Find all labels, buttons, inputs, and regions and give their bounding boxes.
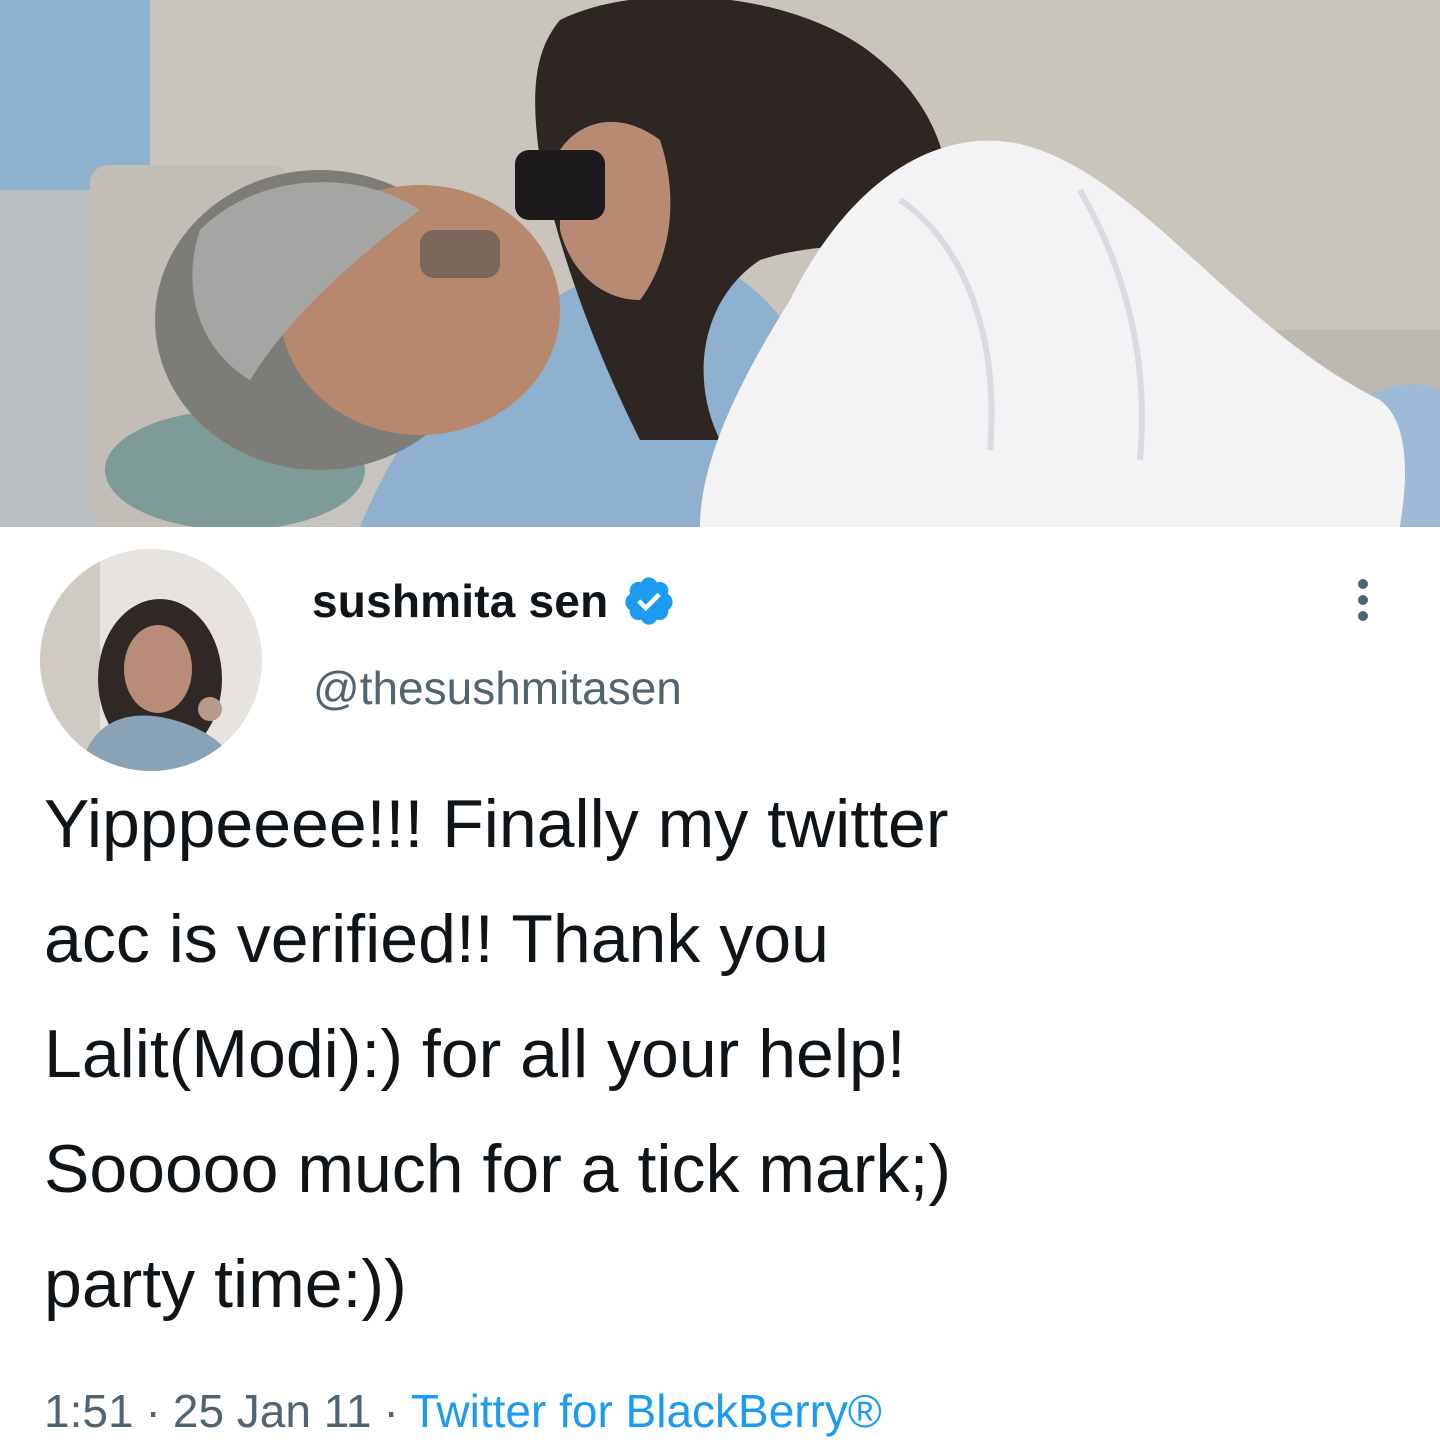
tweet-photo[interactable] <box>0 0 1440 527</box>
meta-separator: · <box>383 1385 399 1437</box>
display-name[interactable]: sushmita sen <box>312 574 608 628</box>
avatar[interactable] <box>40 549 262 771</box>
tweet-time[interactable]: 1:51 <box>44 1384 134 1438</box>
more-options-icon[interactable] <box>1343 575 1383 625</box>
user-handle[interactable]: @thesushmitasen <box>313 661 682 715</box>
tweet-card: sushmita sen @thesushmitasen Yipppeeee!!… <box>0 527 1440 1440</box>
profile-photo-icon <box>40 549 262 771</box>
display-name-row: sushmita sen <box>312 571 676 631</box>
page: sushmita sen @thesushmitasen Yipppeeee!!… <box>0 0 1440 1440</box>
tweet-meta: 1:51 · 25 Jan 11 · Twitter for BlackBerr… <box>44 1383 882 1439</box>
verified-badge-icon <box>625 577 674 625</box>
tweet-source-link[interactable]: Twitter for BlackBerry® <box>411 1384 882 1438</box>
tweet-date[interactable]: 25 Jan 11 <box>173 1384 372 1438</box>
tweet-text: Yipppeeee!!! Finally my twitter acc is v… <box>44 786 952 1322</box>
meta-separator: · <box>145 1385 161 1437</box>
photo-illustration <box>0 0 1440 527</box>
